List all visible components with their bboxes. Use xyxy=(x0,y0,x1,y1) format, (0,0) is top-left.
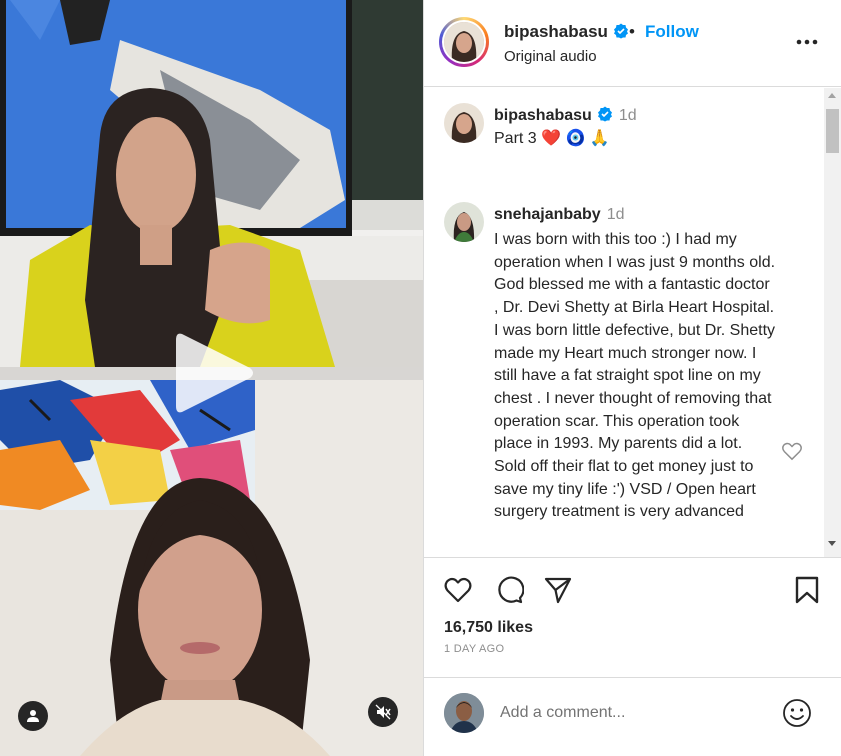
user-tag-button[interactable] xyxy=(18,701,48,731)
author-avatar[interactable] xyxy=(439,17,489,67)
author-username[interactable]: bipashabasu xyxy=(504,22,629,42)
video-frame-bottom xyxy=(0,380,423,756)
follow-button[interactable]: Follow xyxy=(645,22,699,42)
save-icon[interactable] xyxy=(792,575,822,605)
caption-avatar[interactable] xyxy=(444,103,484,143)
comment-like-icon[interactable] xyxy=(781,441,803,461)
caption-username[interactable]: bipashabasu xyxy=(494,107,592,124)
caption-time[interactable]: 1d xyxy=(619,107,637,124)
like-icon[interactable] xyxy=(443,575,473,605)
comments-scrollbar[interactable] xyxy=(824,88,841,557)
scroll-thumb[interactable] xyxy=(826,109,839,153)
caption-text: Part 3 ❤️ 🧿 🙏 xyxy=(494,130,610,147)
post-header: bipashabasu • Follow Original audio xyxy=(424,0,841,87)
video-bottom-panel xyxy=(0,380,423,756)
post-sidebar: bipashabasu • Follow Original audio bipa… xyxy=(423,0,841,756)
likes-count[interactable]: 16,750 likes xyxy=(444,619,533,637)
current-user-avatar xyxy=(444,693,484,733)
author-username-text[interactable]: bipashabasu xyxy=(504,22,608,41)
comment-header: snehajanbaby 1d xyxy=(494,206,625,224)
emoji-icon[interactable] xyxy=(782,698,812,728)
comment-text: I was born with this too :) I had my ope… xyxy=(494,231,776,521)
comment-time[interactable]: 1d xyxy=(607,206,625,223)
share-icon[interactable] xyxy=(543,575,573,605)
video-top-panel xyxy=(0,0,423,367)
header-separator: • xyxy=(629,22,635,41)
comments-list[interactable]: bipashabasu 1d Part 3 ❤️ 🧿 🙏 snehajanbaby… xyxy=(424,88,841,557)
scroll-down-arrow[interactable] xyxy=(828,541,836,546)
comment-icon[interactable] xyxy=(494,575,524,605)
post-date[interactable]: 1 DAY AGO xyxy=(444,643,504,655)
caption-header: bipashabasu 1d xyxy=(494,106,637,125)
mute-button[interactable] xyxy=(368,697,398,727)
mute-icon xyxy=(375,704,391,720)
comment-avatar[interactable] xyxy=(444,202,484,242)
post-media[interactable] xyxy=(0,0,423,756)
action-bar: 16,750 likes 1 DAY AGO xyxy=(424,557,841,677)
more-options-icon[interactable] xyxy=(793,30,821,54)
comment-username[interactable]: snehajanbaby xyxy=(494,206,601,223)
play-icon[interactable] xyxy=(160,330,260,416)
comment-input[interactable] xyxy=(500,700,770,726)
video-frame-top xyxy=(0,0,423,367)
audio-label[interactable]: Original audio xyxy=(504,48,597,65)
verified-icon xyxy=(613,23,628,39)
user-tag-icon xyxy=(27,710,39,722)
comment-composer xyxy=(424,677,841,756)
scroll-up-arrow[interactable] xyxy=(828,93,836,98)
verified-icon xyxy=(597,106,612,122)
